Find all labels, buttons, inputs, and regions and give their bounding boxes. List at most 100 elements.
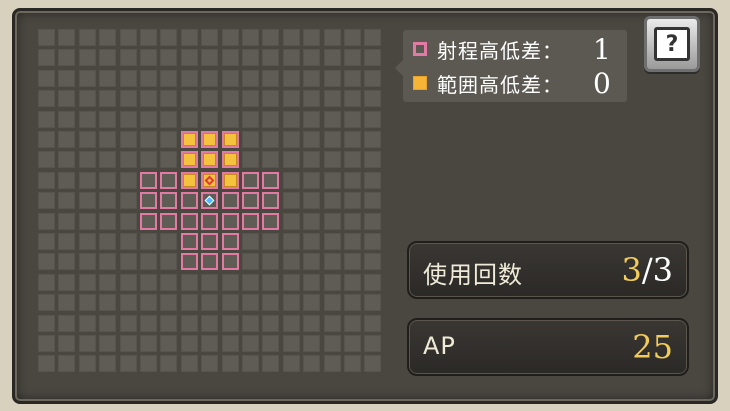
grid-cell[interactable] (58, 110, 76, 128)
grid-cell[interactable] (323, 90, 341, 108)
grid-cell[interactable] (344, 151, 361, 169)
grid-cell[interactable] (38, 212, 55, 230)
grid-cell[interactable] (58, 253, 76, 271)
grid-cell[interactable] (38, 192, 55, 210)
grid-cell[interactable] (78, 151, 96, 169)
grid-cell[interactable] (282, 355, 300, 373)
range-cell[interactable] (140, 212, 157, 230)
range-cell[interactable] (262, 212, 280, 230)
grid-cell[interactable] (323, 253, 341, 271)
range-cell[interactable] (201, 253, 219, 271)
grid-cell[interactable] (58, 314, 76, 332)
grid-cell[interactable] (262, 131, 280, 148)
area-cell[interactable] (221, 151, 239, 169)
grid-cell[interactable] (323, 110, 341, 128)
grid-cell[interactable] (99, 294, 117, 312)
grid-cell[interactable] (160, 29, 178, 46)
grid-cell[interactable] (38, 131, 55, 148)
grid-cell[interactable] (119, 192, 137, 210)
grid-cell[interactable] (303, 273, 321, 291)
range-cell[interactable] (262, 171, 280, 189)
range-cell[interactable] (140, 192, 157, 210)
grid-cell[interactable] (201, 335, 219, 352)
grid-cell[interactable] (58, 192, 76, 210)
grid-cell[interactable] (323, 273, 341, 291)
grid-cell[interactable] (344, 335, 361, 352)
grid-cell[interactable] (119, 314, 137, 332)
grid-cell[interactable] (58, 49, 76, 67)
grid-cell[interactable] (262, 90, 280, 108)
grid-cell[interactable] (180, 294, 198, 312)
grid-cell[interactable] (262, 29, 280, 46)
grid-cell[interactable] (282, 90, 300, 108)
grid-cell[interactable] (242, 90, 259, 108)
grid-cell[interactable] (303, 294, 321, 312)
range-cell[interactable] (221, 253, 239, 271)
grid-cell[interactable] (262, 151, 280, 169)
grid-cell[interactable] (303, 192, 321, 210)
grid-cell[interactable] (160, 294, 178, 312)
grid-cell[interactable] (364, 355, 382, 373)
grid-cell[interactable] (38, 273, 55, 291)
grid-cell[interactable] (99, 335, 117, 352)
grid-cell[interactable] (38, 314, 55, 332)
grid-cell[interactable] (262, 253, 280, 271)
grid-cell[interactable] (221, 69, 239, 87)
grid-cell[interactable] (323, 171, 341, 189)
grid-cell[interactable] (242, 294, 259, 312)
grid-cell[interactable] (99, 233, 117, 250)
grid-cell[interactable] (364, 192, 382, 210)
grid-cell[interactable] (201, 294, 219, 312)
grid-cell[interactable] (221, 335, 239, 352)
grid-cell[interactable] (119, 110, 137, 128)
grid-cell[interactable] (58, 69, 76, 87)
grid-cell[interactable] (58, 335, 76, 352)
grid-cell[interactable] (364, 212, 382, 230)
grid-cell[interactable] (242, 110, 259, 128)
grid-cell[interactable] (38, 171, 55, 189)
grid-cell[interactable] (282, 314, 300, 332)
grid-cell[interactable] (58, 212, 76, 230)
grid-cell[interactable] (221, 90, 239, 108)
grid-cell[interactable] (78, 294, 96, 312)
grid-cell[interactable] (140, 253, 157, 271)
grid-cell[interactable] (180, 29, 198, 46)
grid-cell[interactable] (344, 355, 361, 373)
grid-cell[interactable] (282, 253, 300, 271)
grid-cell[interactable] (38, 49, 55, 67)
grid-cell[interactable] (119, 90, 137, 108)
grid-cell[interactable] (78, 355, 96, 373)
grid-cell[interactable] (344, 171, 361, 189)
range-cell[interactable] (242, 212, 259, 230)
grid-cell[interactable] (119, 131, 137, 148)
grid-cell[interactable] (282, 110, 300, 128)
grid-cell[interactable] (242, 253, 259, 271)
grid-cell[interactable] (282, 233, 300, 250)
range-cell[interactable] (180, 192, 198, 210)
range-cell[interactable] (221, 212, 239, 230)
grid-cell[interactable] (160, 335, 178, 352)
grid-cell[interactable] (282, 49, 300, 67)
grid-cell[interactable] (303, 110, 321, 128)
grid-cell[interactable] (38, 29, 55, 46)
grid-cell[interactable] (78, 110, 96, 128)
grid-cell[interactable] (364, 69, 382, 87)
grid-cell[interactable] (58, 171, 76, 189)
area-cell[interactable] (201, 151, 219, 169)
grid-cell[interactable] (262, 314, 280, 332)
grid-cell[interactable] (344, 29, 361, 46)
grid-cell[interactable] (303, 253, 321, 271)
grid-cell[interactable] (282, 151, 300, 169)
grid-cell[interactable] (99, 355, 117, 373)
grid-cell[interactable] (344, 49, 361, 67)
grid-cell[interactable] (201, 314, 219, 332)
grid-cell[interactable] (323, 29, 341, 46)
grid-cell[interactable] (201, 69, 219, 87)
grid-cell[interactable] (364, 233, 382, 250)
grid-cell[interactable] (262, 294, 280, 312)
grid-cell[interactable] (99, 253, 117, 271)
grid-cell[interactable] (364, 335, 382, 352)
range-cell[interactable] (242, 171, 259, 189)
grid-cell[interactable] (140, 29, 157, 46)
grid-cell[interactable] (78, 171, 96, 189)
